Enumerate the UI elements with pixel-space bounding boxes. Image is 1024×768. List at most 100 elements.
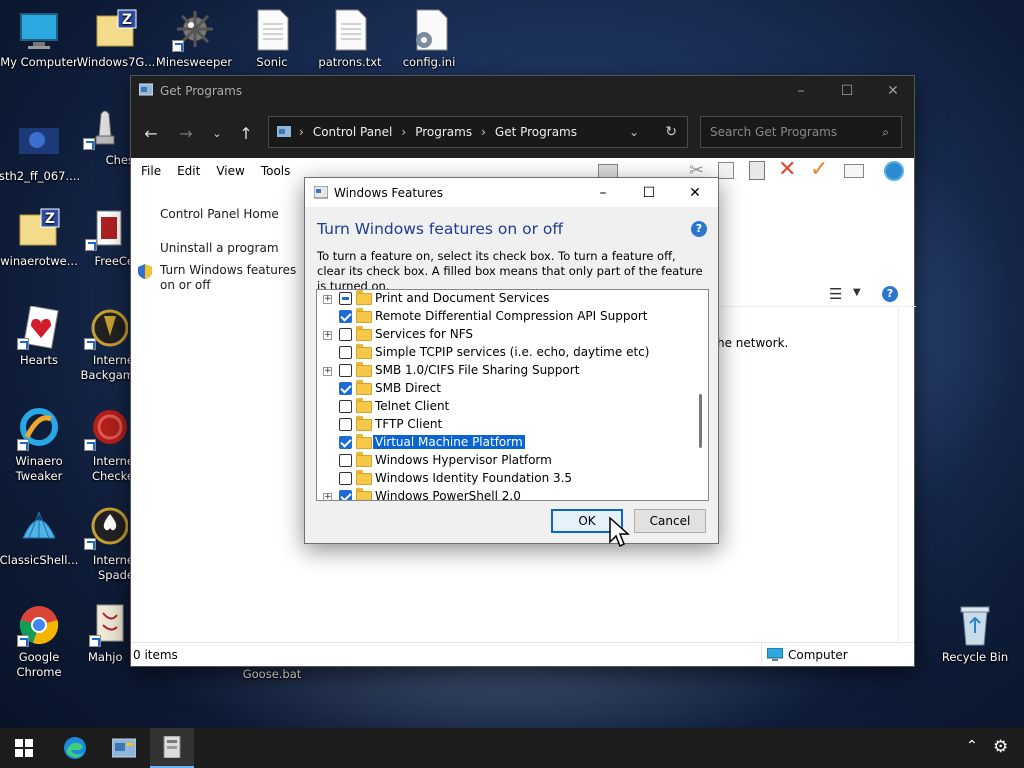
archive-icon: Z (17, 207, 61, 251)
forward-arrow-icon[interactable]: → (172, 119, 200, 147)
start-button[interactable] (2, 728, 46, 768)
show-hidden-icons-chevron-icon[interactable]: ⌃ (966, 738, 978, 754)
expand-icon[interactable]: + (323, 295, 332, 304)
settings-gear-icon[interactable]: ⚙ (993, 737, 1008, 757)
back-arrow-icon[interactable]: ← (137, 119, 165, 147)
feature-checkbox[interactable] (339, 400, 352, 413)
folder-icon (356, 380, 372, 395)
checkmark-icon[interactable]: ✓ (810, 157, 828, 182)
expand-icon[interactable]: + (323, 367, 332, 376)
edge-taskbar-button[interactable] (53, 728, 97, 768)
feature-row[interactable]: Virtual Machine Platform (317, 434, 697, 452)
feature-checkbox[interactable] (339, 310, 352, 323)
dialog-titlebar[interactable]: Windows Features – ☐ ✕ (305, 178, 718, 207)
view-options-icon[interactable]: ☰ (829, 285, 842, 303)
desktop-icon-label: ClassicShell... (0, 553, 79, 567)
control-panel-home-link[interactable]: Control Panel Home (160, 207, 306, 221)
desktop-icon-hearts[interactable]: Hearts (0, 305, 79, 368)
desktop-icon-recycle-bin[interactable]: Recycle Bin (935, 603, 1015, 665)
copy-icon[interactable] (718, 162, 734, 179)
desktop-icon-minesweeper[interactable]: Minesweeper (154, 8, 234, 70)
chevron-down-icon[interactable]: ▼ (853, 287, 861, 298)
breadcrumb-control-panel[interactable]: Control Panel (313, 125, 393, 139)
feature-checkbox[interactable] (339, 472, 352, 485)
control-panel-taskbar-button[interactable] (102, 728, 146, 768)
scrollbar[interactable] (898, 308, 915, 644)
desktop-icon-winaerotweaker-zip[interactable]: Z winaerotwe... (0, 207, 79, 269)
feature-row[interactable]: Remote Differential Compression API Supp… (317, 308, 697, 326)
dialog-maximize-button[interactable]: ☐ (626, 178, 672, 207)
feature-checkbox[interactable] (339, 382, 352, 395)
paste-icon[interactable] (749, 161, 765, 180)
feature-row[interactable]: + Print and Document Services (317, 290, 697, 308)
desktop-icon-goose-bat[interactable]: Goose.bat (232, 667, 312, 682)
desktop-icon-freecell[interactable]: FreeCe (80, 207, 134, 269)
feature-row[interactable]: Telnet Client (317, 398, 697, 416)
desktop-icon-label: Interne Backgam (80, 353, 134, 382)
properties-icon[interactable] (844, 164, 864, 178)
feature-row[interactable]: + SMB 1.0/CIFS File Sharing Support (317, 362, 697, 380)
feature-row[interactable]: Windows Identity Foundation 3.5 (317, 470, 697, 488)
expand-icon[interactable]: + (323, 331, 332, 340)
delete-icon[interactable]: ✕ (778, 157, 796, 182)
desktop-icon-config[interactable]: config.ini (389, 8, 469, 70)
feature-row[interactable]: SMB Direct (317, 380, 697, 398)
feature-checkbox[interactable] (339, 418, 352, 431)
menu-file[interactable]: File (141, 164, 161, 178)
desktop-icon-my-computer[interactable]: My Computer (0, 8, 79, 70)
turn-features-link[interactable]: Turn Windows features on or off (160, 263, 305, 293)
feature-checkbox[interactable] (339, 436, 352, 449)
windows-features-taskbar-button[interactable] (150, 728, 194, 768)
feature-row[interactable]: TFTP Client (317, 416, 697, 434)
feature-row[interactable]: Windows Hypervisor Platform (317, 452, 697, 470)
desktop-icon-internet-backgammon[interactable]: Interne Backgam (78, 306, 134, 383)
search-input[interactable]: Search Get Programs ⌕ (700, 116, 902, 148)
feature-row[interactable]: + Services for NFS (317, 326, 697, 344)
desktop-icon-windows7g[interactable]: Z Windows7G... (76, 8, 156, 70)
feature-checkbox[interactable] (339, 328, 352, 341)
minimize-button[interactable]: – (778, 76, 824, 105)
address-dropdown-chevron-icon[interactable]: ⌄ (629, 125, 639, 139)
help-icon[interactable]: ? (882, 286, 898, 302)
cancel-button[interactable]: Cancel (634, 509, 706, 533)
dialog-help-icon[interactable]: ? (691, 221, 707, 237)
explorer-titlebar[interactable]: Get Programs – ☐ ✕ (131, 76, 914, 105)
menu-edit[interactable]: Edit (177, 164, 200, 178)
desktop-icon-classicshell[interactable]: ClassicShell... (0, 506, 79, 568)
scrollbar-thumb[interactable] (699, 394, 702, 448)
menu-view[interactable]: View (216, 164, 244, 178)
features-tree[interactable]: + Print and Document Services Remote Diffe… (316, 289, 709, 501)
expand-icon[interactable]: + (323, 493, 332, 500)
feature-row[interactable]: + Windows PowerShell 2.0 (317, 488, 697, 500)
feature-label: Services for NFS (375, 327, 474, 341)
feature-checkbox[interactable] (339, 454, 352, 467)
menu-tools[interactable]: Tools (261, 164, 291, 178)
desktop-icon-chess[interactable]: Ches (76, 106, 134, 168)
desktop-icon-sth2[interactable]: sth2_ff_067.... (0, 122, 80, 184)
breadcrumb-programs[interactable]: Programs (415, 125, 472, 139)
maximize-button[interactable]: ☐ (824, 76, 870, 105)
up-arrow-icon[interactable]: ↑ (232, 119, 260, 147)
dialog-minimize-button[interactable]: – (580, 178, 626, 207)
desktop-icon-google-chrome[interactable]: Google Chrome (0, 603, 79, 680)
desktop-icon-internet-spades[interactable]: Interne Spade (78, 506, 134, 583)
close-button[interactable]: ✕ (870, 76, 916, 105)
desktop-icon-patrons[interactable]: patrons.txt (310, 8, 390, 70)
feature-checkbox[interactable] (339, 346, 352, 359)
desktop-icon-mahjong[interactable]: Mahjo (88, 603, 134, 665)
uninstall-program-link[interactable]: Uninstall a program (160, 241, 306, 255)
breadcrumb-get-programs[interactable]: Get Programs (495, 125, 577, 139)
recent-locations-chevron-icon[interactable]: ⌄ (203, 119, 231, 147)
desktop-icon-sonic[interactable]: Sonic (232, 8, 312, 70)
feature-checkbox[interactable] (339, 292, 352, 305)
feature-row[interactable]: Simple TCPIP services (i.e. echo, daytim… (317, 344, 697, 362)
refresh-icon[interactable]: ↻ (665, 124, 677, 140)
dialog-close-button[interactable]: ✕ (672, 178, 718, 207)
view-icon[interactable] (598, 164, 618, 178)
globe-icon[interactable] (884, 161, 904, 181)
desktop-icon-internet-checkers[interactable]: Interne Checke (78, 407, 134, 484)
desktop-icon-winaero-tweaker[interactable]: Winaero Tweaker (0, 407, 79, 484)
feature-checkbox[interactable] (339, 364, 352, 377)
address-bar[interactable]: › Control Panel › Programs › Get Program… (268, 116, 688, 148)
feature-checkbox[interactable] (339, 490, 352, 500)
